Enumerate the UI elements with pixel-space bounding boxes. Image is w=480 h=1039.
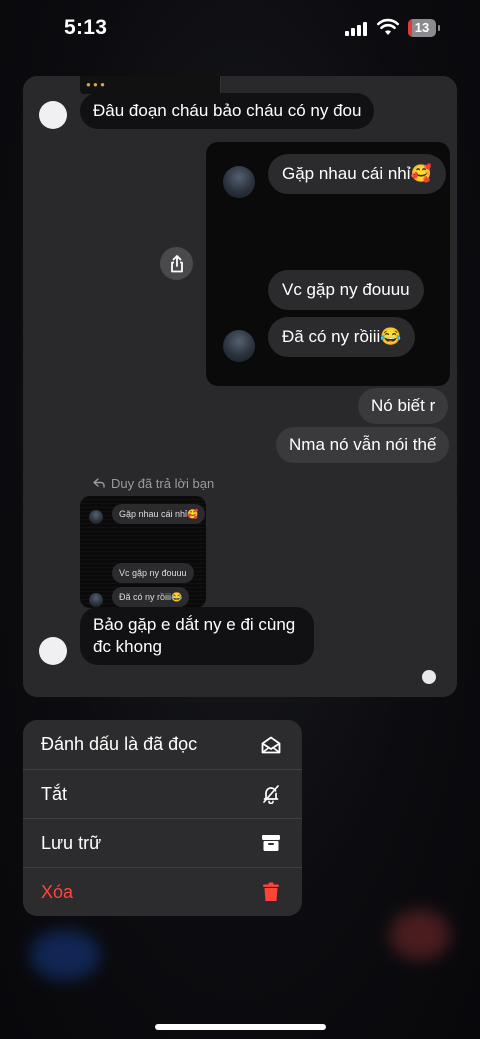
image-message: Đã có ny rồiii😂 (112, 587, 190, 607)
reply-label: Duy đã trả lời bạn (93, 476, 214, 491)
reply-arrow-icon (93, 476, 107, 491)
avatar (39, 637, 67, 665)
shared-image[interactable]: Gặp nhau cái nhỉ🥰 Vc gặp ny đouuu Đã có … (206, 142, 450, 386)
screen: 5:13 13 ● ● ● Đâu đoạn cháu bảo cháu có … (0, 0, 480, 1039)
image-message: Vc gặp ny đouuu (268, 270, 424, 310)
image-message: Vc gặp ny đouuu (112, 563, 194, 583)
avatar (223, 330, 255, 362)
menu-item-label: Đánh dấu là đã đọc (41, 734, 198, 754)
menu-item-label: Lưu trữ (41, 832, 102, 853)
message-outgoing[interactable]: Nó biết r (358, 388, 449, 424)
background-blur (390, 910, 450, 960)
image-message: Gặp nhau cái nhỉ🥰 (268, 154, 446, 194)
background-blur (30, 930, 100, 980)
cellular-signal-icon (345, 22, 369, 36)
seen-avatar (422, 670, 436, 684)
battery-level: 13 (414, 20, 430, 35)
share-icon (170, 254, 183, 272)
bell-slash-icon (260, 783, 282, 805)
message-incoming[interactable]: Đâu đoạn cháu bảo cháu có ny đou (80, 93, 375, 129)
message-outgoing[interactable]: Nma nó vẫn nói thế (276, 427, 450, 463)
menu-item-label: Tắt (41, 783, 68, 804)
battery-icon: 13 (408, 19, 440, 37)
archive-box-icon (260, 832, 282, 854)
delete-button[interactable]: Xóa (23, 867, 302, 916)
menu-item-label: Xóa (41, 881, 74, 902)
archive-button[interactable]: Lưu trữ (23, 818, 302, 867)
avatar (89, 510, 103, 524)
reply-label-text: Duy đã trả lời bạn (111, 476, 215, 491)
status-time: 5:13 (64, 16, 108, 39)
avatar (223, 166, 255, 198)
image-message: Đã có ny rồiii😂 (268, 317, 416, 357)
mark-as-read-button[interactable]: Đánh dấu là đã đọc (23, 720, 302, 769)
replied-image[interactable]: Gặp nhau cái nhỉ🥰 Vc gặp ny đouuu Đã có … (80, 496, 206, 608)
message-incoming[interactable]: Bảo gặp e dắt ny e đi cùng đc khong (80, 607, 314, 665)
context-menu: Đánh dấu là đã đọc Tắt Lưu trữ Xóa (23, 720, 302, 916)
home-indicator[interactable] (155, 1024, 326, 1030)
avatar (39, 101, 67, 129)
trash-icon (260, 881, 282, 903)
cropped-image-top: ● ● ● (80, 76, 221, 94)
envelope-open-icon (260, 734, 282, 756)
mute-button[interactable]: Tắt (23, 769, 302, 818)
conversation-preview[interactable]: ● ● ● Đâu đoạn cháu bảo cháu có ny đou G… (23, 76, 457, 697)
image-message: Gặp nhau cái nhỉ🥰 (112, 504, 206, 524)
share-button[interactable] (160, 247, 193, 280)
wifi-icon (377, 18, 399, 35)
avatar (89, 593, 103, 607)
